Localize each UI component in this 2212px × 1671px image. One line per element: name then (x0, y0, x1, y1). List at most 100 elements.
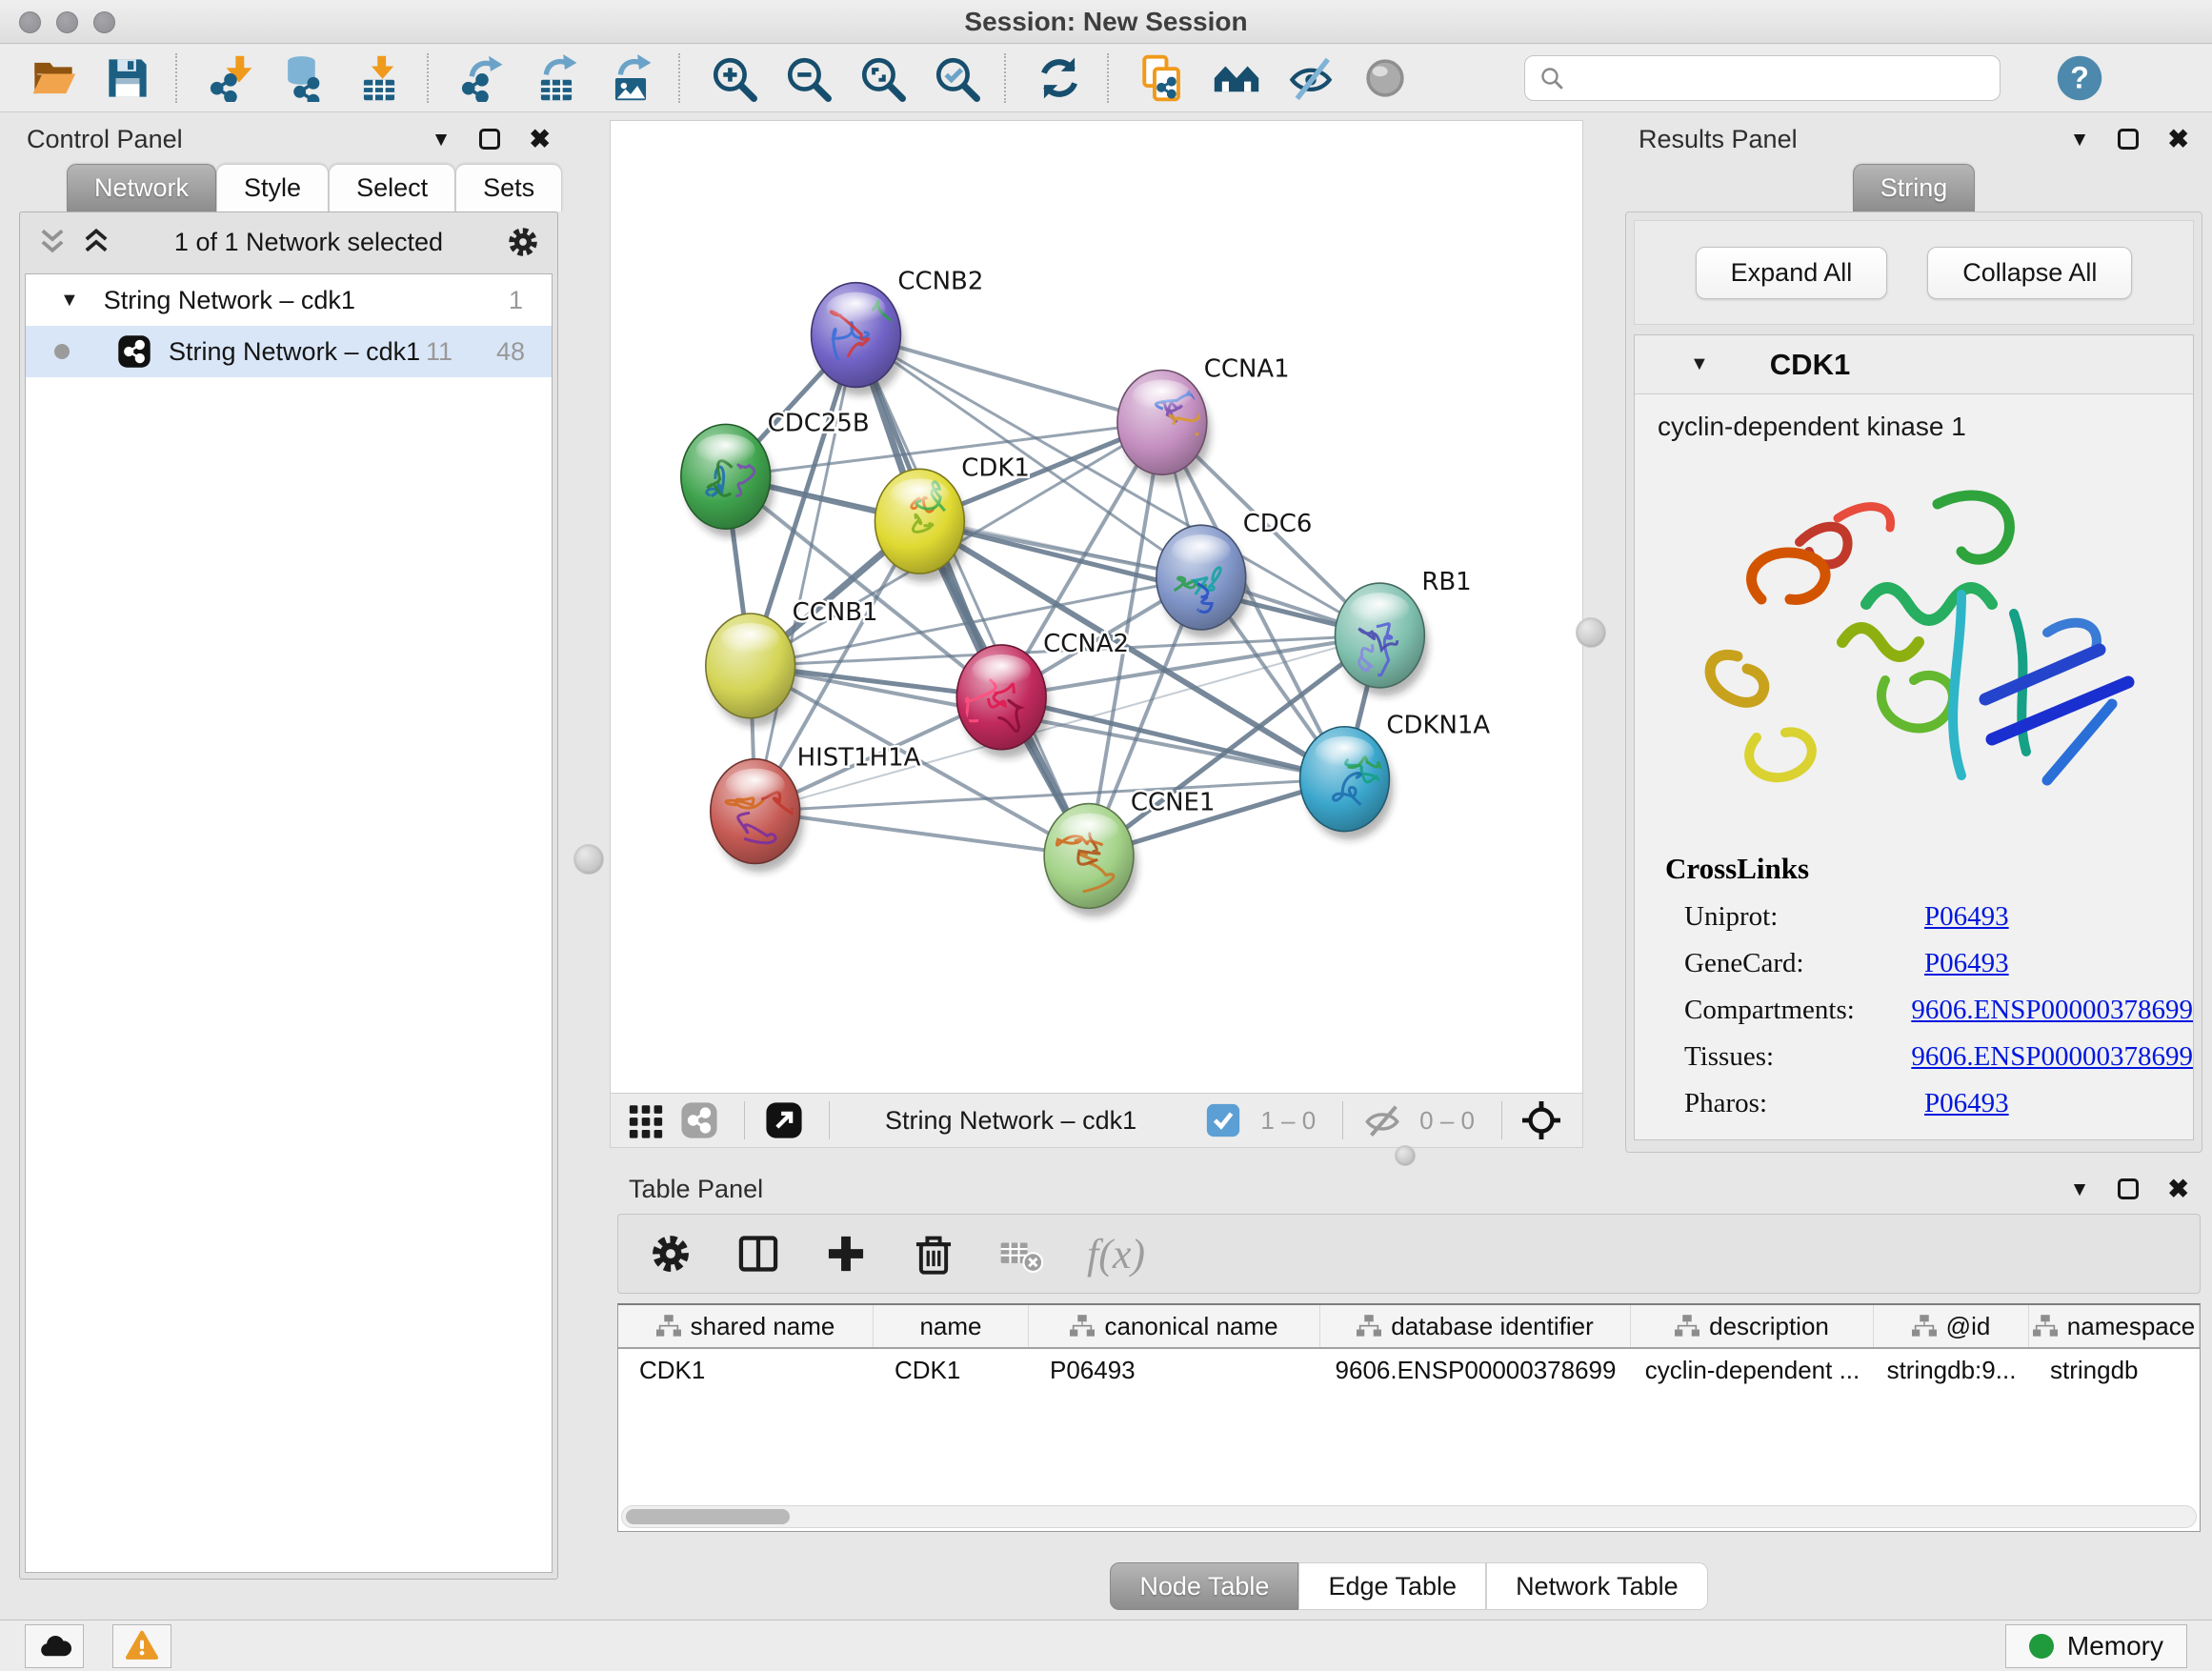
crosslink-tissues-link[interactable]: 9606.ENSP00000378699 (1911, 1041, 2193, 1073)
crosslink-label: Uniprot: (1684, 901, 1924, 933)
splitter-handle-right[interactable] (1576, 617, 1606, 648)
memory-button[interactable]: Memory (2005, 1624, 2187, 1668)
column-header-database-identifier[interactable]: database identifier (1320, 1305, 1631, 1347)
column-header-canonical-name[interactable]: canonical name (1029, 1305, 1320, 1347)
import-table-from-file-button[interactable] (352, 50, 406, 106)
crosslink-compartments-link[interactable]: 9606.ENSP00000378699 (1911, 995, 2193, 1026)
tab-node-table[interactable]: Node Table (1110, 1562, 1298, 1610)
network-edge[interactable] (755, 335, 856, 812)
node-details-card: ▼ CDK1 cyclin-dependent kinase 1 (1634, 334, 2194, 1140)
network-view-toolbar: String Network – cdk1 1 – 0 0 – 0 (610, 1094, 1583, 1148)
tab-network-table[interactable]: Network Table (1486, 1562, 1708, 1610)
cloud-status-button[interactable] (25, 1624, 84, 1668)
cloud-icon (36, 1628, 72, 1664)
show-all-button[interactable] (1358, 50, 1412, 106)
zoom-selected-icon (933, 54, 980, 102)
node-details-header[interactable]: ▼ CDK1 (1635, 335, 2193, 394)
splitter-handle-bottom[interactable] (1395, 1145, 1416, 1166)
expand-all-button[interactable]: Expand All (1696, 247, 1888, 299)
collapse-all-button[interactable]: Collapse All (1927, 247, 2132, 299)
window-minimize-button[interactable] (56, 11, 78, 33)
window-zoom-button[interactable] (93, 11, 115, 33)
gear-icon[interactable] (506, 225, 540, 259)
tab-network[interactable]: Network (67, 164, 216, 211)
show-columns-icon[interactable] (736, 1232, 780, 1276)
delete-column-trash-icon[interactable] (912, 1232, 955, 1276)
panel-float-icon[interactable] (479, 129, 500, 150)
save-session-button[interactable] (101, 50, 154, 106)
detach-view-button[interactable] (760, 1097, 808, 1143)
network-node-label: CCNB1 (793, 598, 878, 627)
panel-close-icon[interactable]: ✖ (2167, 1177, 2189, 1202)
collapse-all-icon[interactable] (37, 227, 68, 257)
window-close-button[interactable] (19, 11, 41, 33)
zoom-selected-button[interactable] (930, 50, 983, 106)
network-canvas[interactable]: CCNB2CCNA1CDC25BCDK1CDC6RB1CCNB1CCNA2CDK… (610, 120, 1583, 1094)
table-settings-gear-icon[interactable] (649, 1232, 693, 1276)
tab-sets[interactable]: Sets (455, 164, 562, 211)
panel-close-icon[interactable]: ✖ (2167, 127, 2189, 152)
crosslink-row: Tissues: 9606.ENSP00000378699 (1684, 1041, 2193, 1073)
crosslink-pharos-link[interactable]: P06493 (1924, 1088, 2009, 1119)
grid-view-button[interactable] (622, 1097, 670, 1143)
selected-indicator-checkbox[interactable] (1199, 1097, 1247, 1143)
tab-string[interactable]: String (1853, 164, 1976, 211)
crosslink-row: GeneCard: P06493 (1684, 948, 2193, 979)
clone-network-button[interactable] (1136, 50, 1189, 106)
expand-all-icon[interactable] (81, 227, 111, 257)
crosslink-genecard-link[interactable]: P06493 (1924, 948, 2009, 979)
crosslink-uniprot-link[interactable]: P06493 (1924, 901, 2009, 933)
export-table-button[interactable] (530, 50, 583, 106)
table-panel: Table Panel ▼ ✖ (610, 1168, 2208, 1614)
scrollbar-thumb[interactable] (626, 1509, 790, 1524)
warnings-button[interactable] (112, 1624, 171, 1668)
import-network-from-database-button[interactable] (278, 50, 332, 106)
search-box (1524, 55, 2001, 101)
crosslink-label: GeneCard: (1684, 948, 1924, 979)
add-column-icon[interactable] (824, 1232, 868, 1276)
column-header-description[interactable]: description (1631, 1305, 1874, 1347)
column-header-namespace[interactable]: namespace (2029, 1305, 2200, 1347)
birds-eye-view-button[interactable] (1518, 1097, 1565, 1143)
table-row[interactable]: CDK1 CDK1 P06493 9606.ENSP00000378699 cy… (618, 1349, 2200, 1391)
tab-style[interactable]: Style (216, 164, 329, 211)
column-header-id[interactable]: @id (1874, 1305, 2029, 1347)
zoom-fit-button[interactable] (855, 50, 909, 106)
column-header-shared-name[interactable]: shared name (618, 1305, 874, 1347)
export-image-button[interactable] (604, 50, 657, 106)
collapse-entry-icon[interactable]: ▼ (1690, 353, 1709, 375)
zoom-in-button[interactable] (707, 50, 760, 106)
panel-float-icon[interactable] (2118, 129, 2139, 150)
network-edge[interactable] (755, 812, 1089, 856)
string-view-button[interactable] (675, 1097, 723, 1143)
open-session-button[interactable] (27, 50, 80, 106)
update-network-button[interactable] (1033, 50, 1086, 106)
help-button[interactable]: ? (2054, 52, 2105, 104)
tab-select[interactable]: Select (329, 164, 455, 211)
search-input[interactable] (1575, 64, 1986, 93)
hide-selection-button[interactable] (1284, 50, 1337, 106)
zoom-out-button[interactable] (781, 50, 835, 106)
hidden-indicator-button[interactable] (1358, 1097, 1406, 1143)
network-collection-row[interactable]: ▼ String Network – cdk1 1 (26, 274, 552, 326)
panel-float-icon[interactable] (2118, 1178, 2139, 1199)
panel-close-icon[interactable]: ✖ (529, 127, 551, 152)
panel-menu-caret-icon[interactable]: ▼ (2070, 130, 2090, 150)
panel-menu-caret-icon[interactable]: ▼ (432, 130, 452, 150)
splitter-handle-left[interactable] (573, 844, 604, 875)
results-panel-header: Results Panel ▼ ✖ (1619, 118, 2208, 160)
first-neighbors-button[interactable] (1210, 50, 1263, 106)
memory-status-dot-icon (2029, 1634, 2054, 1659)
zoom-out-icon (784, 54, 832, 102)
panel-menu-caret-icon[interactable]: ▼ (2070, 1179, 2090, 1199)
tab-edge-table[interactable]: Edge Table (1298, 1562, 1486, 1610)
network-edge[interactable] (855, 335, 1089, 856)
network-row-selected[interactable]: String Network – cdk1 11 48 (26, 326, 552, 377)
horizontal-scrollbar[interactable] (621, 1505, 2197, 1528)
eye-slash-icon (1287, 54, 1335, 102)
column-header-name[interactable]: name (874, 1305, 1029, 1347)
export-table-icon (533, 54, 580, 102)
export-network-button[interactable] (455, 50, 509, 106)
tree-expander-icon[interactable]: ▼ (60, 290, 79, 312)
import-network-from-file-button[interactable] (204, 50, 257, 106)
